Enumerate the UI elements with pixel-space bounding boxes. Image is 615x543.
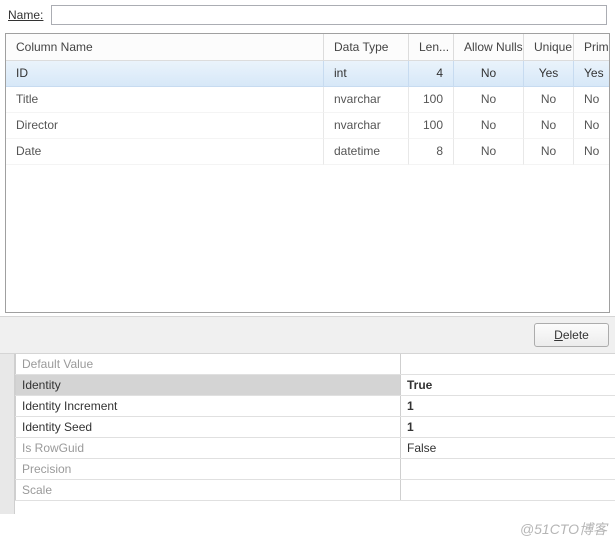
length-cell[interactable]: 8	[409, 139, 454, 165]
property-label: Is RowGuid	[15, 438, 401, 458]
unique-cell[interactable]: No	[524, 87, 574, 113]
property-row[interactable]: Identity Seed1	[15, 417, 615, 438]
property-value[interactable]: 1	[401, 396, 615, 416]
property-row[interactable]: Precision	[15, 459, 615, 480]
allow-nulls-cell[interactable]: No	[454, 87, 524, 113]
primary-key-cell[interactable]: No	[574, 139, 609, 165]
property-grid: Default ValueIdentityTrueIdentity Increm…	[0, 354, 615, 514]
delete-button-rest: elete	[563, 328, 589, 342]
unique-cell[interactable]: No	[524, 139, 574, 165]
delete-button-hotkey: D	[554, 328, 563, 342]
primary-key-cell[interactable]: No	[574, 113, 609, 139]
data-type-cell[interactable]: datetime	[324, 139, 409, 165]
delete-button[interactable]: Delete	[534, 323, 609, 347]
property-row[interactable]: IdentityTrue	[15, 375, 615, 396]
property-row[interactable]: Identity Increment1	[15, 396, 615, 417]
header-length[interactable]: Len...	[409, 34, 454, 60]
property-label: Identity Seed	[15, 417, 401, 437]
columns-grid: Column Name Data Type Len... Allow Nulls…	[5, 33, 610, 313]
header-data-type[interactable]: Data Type	[324, 34, 409, 60]
column-name-cell[interactable]: Director	[6, 113, 324, 139]
property-label: Scale	[15, 480, 401, 500]
length-cell[interactable]: 4	[409, 61, 454, 87]
table-row[interactable]: IDint4NoYesYes	[6, 61, 609, 87]
length-cell[interactable]: 100	[409, 87, 454, 113]
allow-nulls-cell[interactable]: No	[454, 113, 524, 139]
watermark: @51CTO博客	[520, 519, 607, 539]
property-row[interactable]: Scale	[15, 480, 615, 501]
primary-key-cell[interactable]: No	[574, 87, 609, 113]
property-value[interactable]	[401, 480, 615, 500]
allow-nulls-cell[interactable]: No	[454, 61, 524, 87]
columns-grid-body: IDint4NoYesYesTitlenvarchar100NoNoNoDire…	[6, 61, 609, 312]
name-input[interactable]	[51, 5, 607, 25]
column-name-cell[interactable]: ID	[6, 61, 324, 87]
property-label: Precision	[15, 459, 401, 479]
name-row: Name:	[0, 0, 615, 30]
unique-cell[interactable]: No	[524, 113, 574, 139]
table-row[interactable]: Datedatetime8NoNoNo	[6, 139, 609, 165]
table-row[interactable]: Titlenvarchar100NoNoNo	[6, 87, 609, 113]
header-unique[interactable]: Unique	[524, 34, 574, 60]
data-type-cell[interactable]: int	[324, 61, 409, 87]
header-column-name[interactable]: Column Name	[6, 34, 324, 60]
table-row[interactable]: Directornvarchar100NoNoNo	[6, 113, 609, 139]
property-value[interactable]	[401, 459, 615, 479]
header-allow-nulls[interactable]: Allow Nulls	[454, 34, 524, 60]
allow-nulls-cell[interactable]: No	[454, 139, 524, 165]
property-label: Identity	[15, 375, 401, 395]
property-row[interactable]: Default Value	[15, 354, 615, 375]
column-name-cell[interactable]: Title	[6, 87, 324, 113]
header-primary-key[interactable]: Primary Key	[574, 34, 609, 60]
columns-grid-header: Column Name Data Type Len... Allow Nulls…	[6, 34, 609, 61]
unique-cell[interactable]: Yes	[524, 61, 574, 87]
property-value[interactable]: 1	[401, 417, 615, 437]
name-label-text: Name:	[8, 8, 43, 22]
property-value[interactable]	[401, 354, 615, 374]
length-cell[interactable]: 100	[409, 113, 454, 139]
property-grid-body: Default ValueIdentityTrueIdentity Increm…	[15, 354, 615, 514]
column-name-cell[interactable]: Date	[6, 139, 324, 165]
property-value[interactable]: False	[401, 438, 615, 458]
property-row[interactable]: Is RowGuidFalse	[15, 438, 615, 459]
property-label: Default Value	[15, 354, 401, 374]
primary-key-cell[interactable]: Yes	[574, 61, 609, 87]
data-type-cell[interactable]: nvarchar	[324, 113, 409, 139]
data-type-cell[interactable]: nvarchar	[324, 87, 409, 113]
property-value[interactable]: True	[401, 375, 615, 395]
name-label: Name:	[8, 8, 43, 22]
property-label: Identity Increment	[15, 396, 401, 416]
button-row: Delete	[0, 316, 615, 354]
property-grid-gutter	[0, 354, 15, 514]
